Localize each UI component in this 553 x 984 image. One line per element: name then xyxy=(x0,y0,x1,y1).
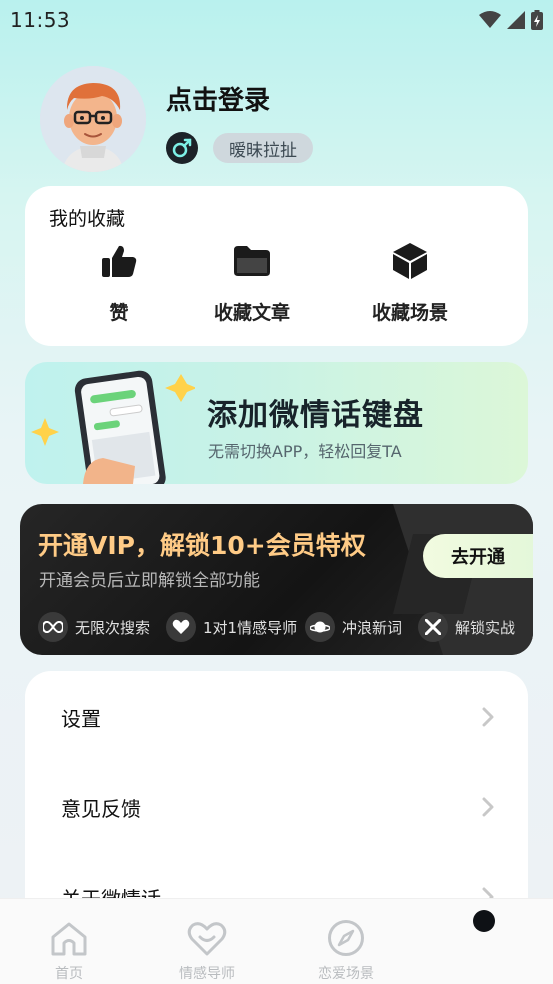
signal-icon xyxy=(507,11,525,29)
perk-mentor[interactable]: 1对1情感导师 xyxy=(166,612,297,642)
chevron-right-icon xyxy=(482,707,494,727)
favorite-articles-label: 收藏文章 xyxy=(213,302,290,324)
keyboard-banner[interactable]: 添加微情话键盘 无需切换APP，轻松回复TA xyxy=(25,362,528,484)
keyboard-banner-title: 添加微情话键盘 xyxy=(207,398,424,433)
favorites-card: 我的收藏 赞 收藏文章 收藏场景 xyxy=(25,186,528,346)
favorite-scenes[interactable]: 收藏场景 xyxy=(345,240,475,325)
favorite-likes-label: 赞 xyxy=(109,302,129,324)
infinity-icon xyxy=(38,612,68,642)
profile-header: 点击登录 暧昧拉扯 xyxy=(40,66,520,174)
tab-scenes[interactable]: 恋爱场景 xyxy=(296,899,396,984)
status-bar: 11:53 xyxy=(0,0,553,40)
settings-menu: 设置 意见反馈 关于微情话 xyxy=(25,671,528,931)
menu-item-settings[interactable]: 设置 xyxy=(25,687,528,747)
perk-new-words-label: 冲浪新词 xyxy=(342,618,403,637)
thumbs-up-icon xyxy=(102,245,137,277)
tab-home[interactable]: 首页 xyxy=(19,899,119,984)
male-icon xyxy=(166,132,198,164)
favorite-scenes-label: 收藏场景 xyxy=(371,302,448,324)
chevron-right-icon xyxy=(482,797,494,817)
hearts-icon xyxy=(166,612,196,642)
dot-icon xyxy=(473,910,495,932)
perk-new-words[interactable]: 冲浪新词 xyxy=(305,612,402,642)
favorites-title: 我的收藏 xyxy=(49,208,126,230)
perk-mentor-label: 1对1情感导师 xyxy=(203,618,298,637)
vip-subtitle: 开通会员后立即解锁全部功能 xyxy=(39,571,260,591)
vip-title: 开通VIP，解锁10+会员特权 xyxy=(38,531,366,560)
avatar[interactable] xyxy=(40,66,146,172)
perk-unlock-practice[interactable]: 解锁实战 xyxy=(418,612,515,642)
tab-home-label: 首页 xyxy=(55,966,83,982)
perk-unlock-practice-label: 解锁实战 xyxy=(455,618,516,637)
planet-icon xyxy=(305,612,335,642)
perk-unlimited-search[interactable]: 无限次搜索 xyxy=(38,612,150,642)
login-title[interactable]: 点击登录 xyxy=(166,80,270,117)
tab-scenes-label: 恋爱场景 xyxy=(318,966,374,982)
battery-icon xyxy=(531,10,543,30)
perk-unlimited-search-label: 无限次搜索 xyxy=(75,618,151,637)
favorite-likes[interactable]: 赞 xyxy=(54,240,184,325)
vip-card: 开通VIP，解锁10+会员特权 开通会员后立即解锁全部功能 去开通 无限次搜索 … xyxy=(20,504,533,655)
tab-profile[interactable] xyxy=(434,899,534,984)
status-time: 11:53 xyxy=(10,8,71,32)
favorite-articles[interactable]: 收藏文章 xyxy=(187,240,317,325)
home-icon xyxy=(51,922,87,956)
cube-icon xyxy=(393,243,427,279)
folder-icon xyxy=(234,246,270,276)
avatar-illustration xyxy=(40,66,146,172)
bottom-tab-bar: 首页 情感导师 恋爱场景 xyxy=(0,898,553,984)
tab-mentor-label: 情感导师 xyxy=(179,966,235,982)
phone-illustration xyxy=(31,370,195,484)
vip-open-button[interactable]: 去开通 xyxy=(423,534,533,578)
menu-item-feedback-label: 意见反馈 xyxy=(61,796,141,821)
tab-mentor[interactable]: 情感导师 xyxy=(157,899,257,984)
menu-item-settings-label: 设置 xyxy=(61,706,101,731)
wifi-icon xyxy=(479,11,501,28)
compass-icon xyxy=(328,920,364,956)
menu-item-feedback[interactable]: 意见反馈 xyxy=(25,777,528,837)
relationship-tag: 暧昧拉扯 xyxy=(213,133,313,163)
heart-icon xyxy=(187,922,227,956)
unlock-icon xyxy=(418,612,448,642)
status-icons xyxy=(479,10,543,30)
keyboard-banner-subtitle: 无需切换APP，轻松回复TA xyxy=(208,442,402,461)
